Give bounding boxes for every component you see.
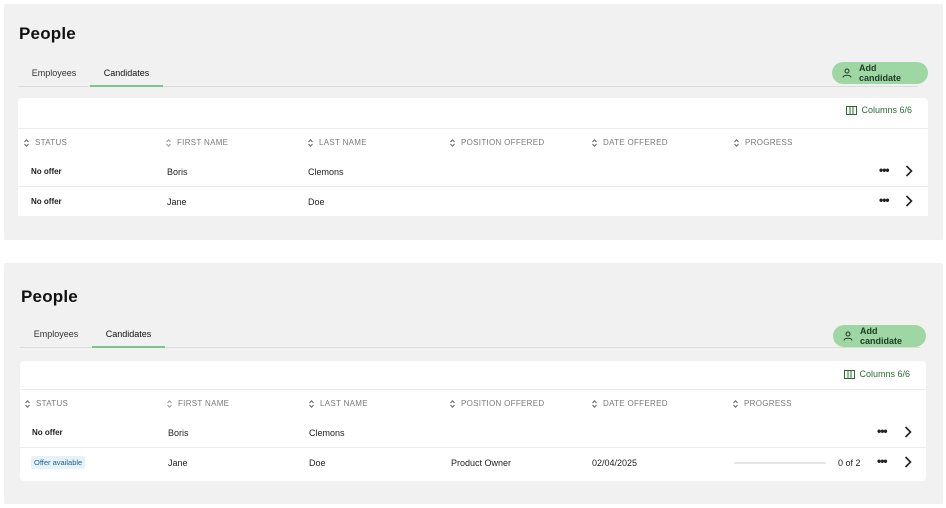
header-label: FIRST NAME — [177, 138, 229, 147]
page-title: People — [21, 287, 78, 306]
tab-bar: Employees Candidates — [18, 64, 918, 87]
row-first-name: Jane — [167, 197, 187, 207]
user-icon — [843, 331, 853, 341]
more-icon[interactable]: ••• — [877, 454, 888, 468]
columns-button[interactable]: Columns 6/6 — [844, 369, 910, 379]
user-icon — [842, 68, 852, 78]
add-candidate-button[interactable]: Add candidate — [832, 62, 928, 84]
header-label: DATE OFFERED — [603, 138, 668, 147]
header-last-name[interactable]: LAST NAME — [308, 138, 367, 147]
chevron-right-icon[interactable] — [904, 456, 912, 468]
columns-icon — [846, 105, 858, 115]
header-label: PROGRESS — [745, 138, 793, 147]
sort-icon — [25, 399, 30, 408]
row-last-name: Clemons — [309, 428, 345, 438]
row-first-name: Jane — [168, 458, 188, 468]
sort-icon — [734, 138, 739, 147]
header-label: DATE OFFERED — [603, 399, 668, 408]
header-last-name[interactable]: LAST NAME — [309, 399, 368, 408]
add-candidate-button[interactable]: Add candidate — [833, 325, 926, 347]
table-row[interactable]: Offer available Jane Doe Product Owner 0… — [20, 448, 926, 477]
more-icon[interactable]: ••• — [877, 424, 888, 438]
row-status: No offer — [32, 428, 63, 437]
people-panel-2: People Employees Candidates Add candidat… — [4, 263, 943, 504]
header-label: FIRST NAME — [178, 399, 230, 408]
sort-icon — [309, 399, 314, 408]
table-header: STATUS FIRST NAME LAST NAME POSITION OFF… — [18, 128, 928, 158]
tab-employees[interactable]: Employees — [20, 329, 92, 347]
sort-icon — [308, 138, 313, 147]
add-candidate-label: Add candidate — [860, 326, 903, 346]
row-first-name: Boris — [168, 428, 189, 438]
columns-label: Columns 6/6 — [859, 369, 910, 379]
row-last-name: Clemons — [308, 167, 344, 177]
header-status[interactable]: STATUS — [25, 399, 68, 408]
progress-bar — [734, 462, 826, 464]
row-last-name: Doe — [308, 197, 325, 207]
header-status[interactable]: STATUS — [24, 138, 67, 147]
header-label: LAST NAME — [319, 138, 367, 147]
header-progress[interactable]: PROGRESS — [734, 138, 793, 147]
sort-icon — [592, 138, 597, 147]
table-header: STATUS FIRST NAME LAST NAME POSITION OFF… — [20, 389, 926, 419]
sort-icon — [450, 399, 455, 408]
columns-button[interactable]: Columns 6/6 — [846, 105, 912, 115]
sort-icon — [166, 138, 171, 147]
columns-label: Columns 6/6 — [861, 105, 912, 115]
header-label: POSITION OFFERED — [461, 399, 545, 408]
sort-icon — [167, 399, 172, 408]
table-row[interactable]: No offer Boris Clemons ••• — [20, 418, 926, 448]
row-date-offered: 02/04/2025 — [592, 458, 638, 468]
chevron-right-icon[interactable] — [904, 426, 912, 438]
sort-icon — [450, 138, 455, 147]
chevron-right-icon[interactable] — [905, 195, 913, 207]
header-position-offered[interactable]: POSITION OFFERED — [450, 138, 544, 147]
row-last-name: Doe — [309, 458, 326, 468]
page-title: People — [19, 24, 76, 43]
sort-icon — [24, 138, 29, 147]
table-row[interactable]: No offer Boris Clemons ••• — [18, 157, 928, 187]
sort-icon — [733, 399, 738, 408]
table-row[interactable]: No offer Jane Doe ••• — [18, 187, 928, 216]
status-badge: Offer available — [31, 456, 86, 469]
row-status: No offer — [31, 167, 62, 176]
tab-candidates[interactable]: Candidates — [90, 68, 163, 87]
header-first-name[interactable]: FIRST NAME — [166, 138, 228, 147]
header-label: POSITION OFFERED — [461, 138, 545, 147]
header-position-offered[interactable]: POSITION OFFERED — [450, 399, 544, 408]
header-date-offered[interactable]: DATE OFFERED — [592, 399, 668, 408]
header-label: PROGRESS — [744, 399, 792, 408]
people-panel-1: People Employees Candidates Add candidat… — [4, 4, 943, 240]
progress-text: 0 of 2 — [838, 458, 861, 468]
header-progress[interactable]: PROGRESS — [733, 399, 792, 408]
header-label: STATUS — [36, 399, 69, 408]
tab-employees[interactable]: Employees — [18, 68, 90, 86]
candidates-table: Columns 6/6 STATUS FIRST NAME LAST NAME … — [18, 98, 928, 216]
more-icon[interactable]: ••• — [879, 193, 890, 207]
tab-candidates[interactable]: Candidates — [92, 329, 165, 348]
columns-icon — [844, 369, 856, 379]
more-icon[interactable]: ••• — [879, 163, 890, 177]
tab-bar: Employees Candidates — [20, 325, 920, 348]
header-first-name[interactable]: FIRST NAME — [167, 399, 229, 408]
header-label: LAST NAME — [320, 399, 368, 408]
chevron-right-icon[interactable] — [905, 165, 913, 177]
row-position-offered: Product Owner — [451, 458, 512, 468]
row-first-name: Boris — [167, 167, 188, 177]
header-date-offered[interactable]: DATE OFFERED — [592, 138, 668, 147]
add-candidate-label: Add candidate — [859, 63, 902, 83]
header-label: STATUS — [35, 138, 68, 147]
row-status: No offer — [31, 197, 62, 206]
candidates-table: Columns 6/6 STATUS FIRST NAME LAST NAME … — [20, 361, 926, 481]
sort-icon — [592, 399, 597, 408]
